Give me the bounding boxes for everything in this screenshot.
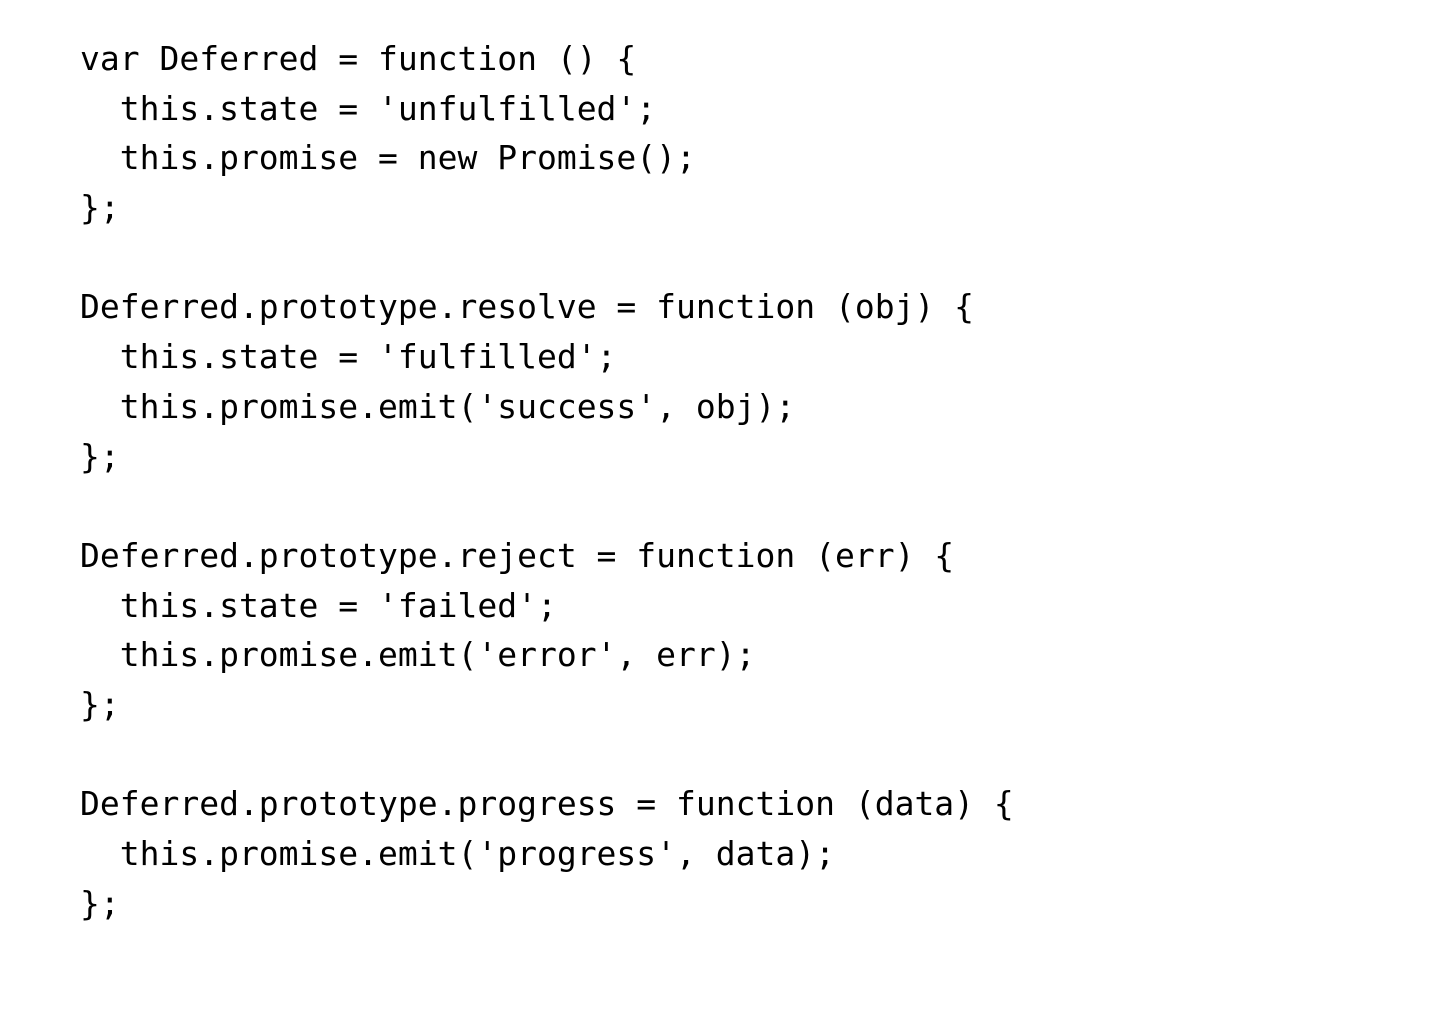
code-line: this.promise.emit('error', err); <box>80 635 756 675</box>
code-line: this.state = 'failed'; <box>80 585 557 625</box>
code-line: }; <box>80 684 120 724</box>
code-line: Deferred.prototype.resolve = function (o… <box>80 287 975 327</box>
code-listing: var Deferred = function () { this.state … <box>80 34 1014 928</box>
code-line: }; <box>80 436 120 476</box>
code-line: this.state = 'fulfilled'; <box>80 337 617 377</box>
code-line: var Deferred = function () { <box>80 39 637 78</box>
code-line: this.promise.emit('success', obj); <box>80 386 796 426</box>
code-line: Deferred.prototype.reject = function (er… <box>80 535 955 575</box>
code-line: this.promise = new Promise(); <box>80 138 696 178</box>
code-line: }; <box>80 883 120 923</box>
code-line: Deferred.prototype.progress = function (… <box>80 784 1014 824</box>
code-line: }; <box>80 188 120 228</box>
code-line: this.promise.emit('progress', data); <box>80 834 835 873</box>
code-line: this.state = 'unfulfilled'; <box>80 88 657 128</box>
